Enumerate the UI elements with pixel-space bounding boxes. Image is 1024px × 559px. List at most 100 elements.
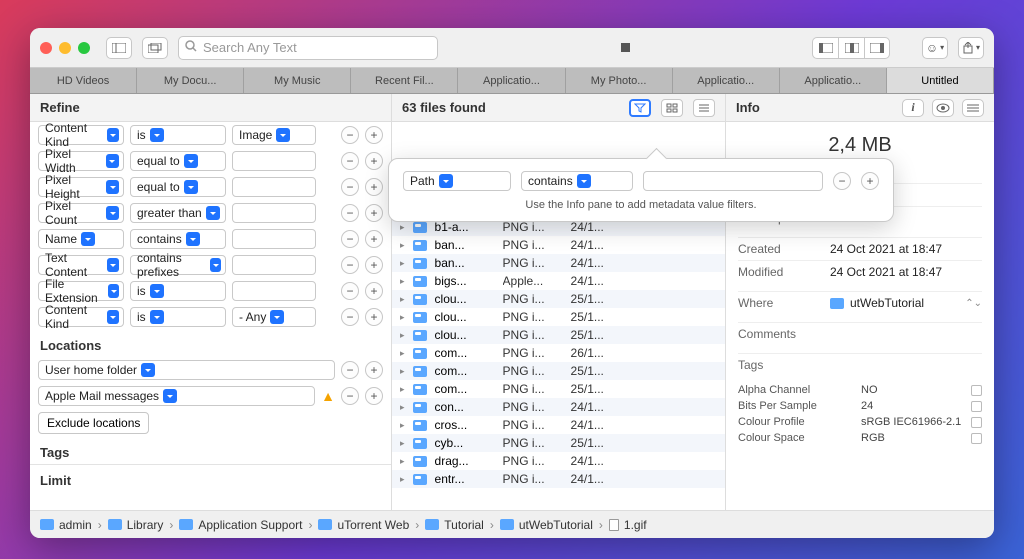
refine-op-select[interactable]: equal to — [130, 151, 226, 171]
file-row[interactable]: ▸com...PNG i...25/1... — [392, 362, 725, 380]
refine-op-select[interactable]: is — [130, 281, 226, 301]
refine-field-select[interactable]: Pixel Height — [38, 177, 124, 197]
add-rule-button[interactable]: + — [365, 204, 383, 222]
prop-checkbox[interactable] — [971, 385, 982, 396]
grid-view-button[interactable] — [661, 99, 683, 117]
breadcrumb-item[interactable]: uTorrent Web — [318, 518, 409, 532]
location-select[interactable]: Apple Mail messages — [38, 386, 315, 406]
remove-rule-button[interactable]: − — [341, 282, 359, 300]
info-tab-button[interactable]: i — [902, 99, 924, 117]
popover-field-select[interactable]: Path — [403, 171, 511, 191]
add-rule-button[interactable]: + — [365, 256, 383, 274]
breadcrumb-item[interactable]: 1.gif — [609, 518, 647, 532]
tab[interactable]: My Docu... — [137, 68, 244, 93]
file-row[interactable]: ▸entr...PNG i...24/1... — [392, 470, 725, 488]
where-value[interactable]: utWebTutorial ⌃⌄ — [830, 296, 982, 310]
file-row[interactable]: ▸cros...PNG i...24/1... — [392, 416, 725, 434]
tab[interactable]: My Photo... — [566, 68, 673, 93]
file-row[interactable]: ▸drag...PNG i...24/1... — [392, 452, 725, 470]
refine-field-select[interactable]: Pixel Width — [38, 151, 124, 171]
remove-location-button[interactable]: − — [341, 387, 359, 405]
stop-button[interactable] — [615, 37, 635, 59]
zoom-window-button[interactable] — [78, 42, 90, 54]
file-row[interactable]: ▸cyb...PNG i...25/1... — [392, 434, 725, 452]
add-rule-button[interactable]: + — [365, 308, 383, 326]
preview-tab-button[interactable] — [932, 99, 954, 117]
file-row[interactable]: ▸clou...PNG i...25/1... — [392, 326, 725, 344]
refine-value-select[interactable]: - Any — [232, 307, 316, 327]
refine-value-input[interactable] — [232, 177, 316, 197]
exclude-locations-button[interactable]: Exclude locations — [38, 412, 149, 434]
file-row[interactable]: ▸com...PNG i...26/1... — [392, 344, 725, 362]
remove-rule-button[interactable]: − — [341, 126, 359, 144]
remove-location-button[interactable]: − — [341, 361, 359, 379]
tab[interactable]: Applicatio... — [458, 68, 565, 93]
refine-field-select[interactable]: Name — [38, 229, 124, 249]
popover-value-input[interactable] — [643, 171, 823, 191]
refine-value-select[interactable]: Image — [232, 125, 316, 145]
add-rule-button[interactable]: + — [365, 178, 383, 196]
layout-left-button[interactable] — [812, 37, 838, 59]
tab[interactable]: HD Videos — [30, 68, 137, 93]
tab[interactable]: Recent Fil... — [351, 68, 458, 93]
refine-op-select[interactable]: equal to — [130, 177, 226, 197]
filter-view-button[interactable] — [629, 99, 651, 117]
tab[interactable]: Untitled — [887, 68, 994, 93]
refine-field-select[interactable]: Content Kind — [38, 125, 124, 145]
breadcrumb-item[interactable]: admin — [40, 518, 92, 532]
popover-remove-button[interactable]: − — [833, 172, 851, 190]
popover-add-button[interactable]: + — [861, 172, 879, 190]
refine-value-input[interactable] — [232, 151, 316, 171]
layout-mid-button[interactable] — [838, 37, 864, 59]
add-location-button[interactable]: + — [365, 387, 383, 405]
refine-op-select[interactable]: is — [130, 307, 226, 327]
file-row[interactable]: ▸clou...PNG i...25/1... — [392, 290, 725, 308]
breadcrumb-item[interactable]: Tutorial — [425, 518, 484, 532]
file-row[interactable]: ▸com...PNG i...25/1... — [392, 380, 725, 398]
location-select[interactable]: User home folder — [38, 360, 335, 380]
close-window-button[interactable] — [40, 42, 52, 54]
remove-rule-button[interactable]: − — [341, 178, 359, 196]
layout-right-button[interactable] — [864, 37, 890, 59]
remove-rule-button[interactable]: − — [341, 308, 359, 326]
minimize-window-button[interactable] — [59, 42, 71, 54]
refine-field-select[interactable]: Pixel Count — [38, 203, 124, 223]
refine-op-select[interactable]: contains — [130, 229, 226, 249]
refine-op-select[interactable]: is — [130, 125, 226, 145]
refine-value-input[interactable] — [232, 281, 316, 301]
share-button[interactable]: ▾ — [958, 37, 984, 59]
list-view-button[interactable] — [693, 99, 715, 117]
search-field[interactable]: Search Any Text — [178, 36, 438, 60]
refine-value-input[interactable] — [232, 229, 316, 249]
popover-op-select[interactable]: contains — [521, 171, 633, 191]
tab[interactable]: Applicatio... — [780, 68, 887, 93]
tab[interactable]: Applicatio... — [673, 68, 780, 93]
refine-field-select[interactable]: Text Content — [38, 255, 124, 275]
refine-value-input[interactable] — [232, 255, 316, 275]
file-row[interactable]: ▸ban...PNG i...24/1... — [392, 254, 725, 272]
outline-tab-button[interactable] — [962, 99, 984, 117]
sidebar-toggle-button[interactable] — [106, 37, 132, 59]
file-row[interactable]: ▸ban...PNG i...24/1... — [392, 236, 725, 254]
refine-field-select[interactable]: Content Kind — [38, 307, 124, 327]
add-rule-button[interactable]: + — [365, 152, 383, 170]
tab[interactable]: My Music — [244, 68, 351, 93]
prop-checkbox[interactable] — [971, 417, 982, 428]
file-row[interactable]: ▸con...PNG i...24/1... — [392, 398, 725, 416]
remove-rule-button[interactable]: − — [341, 152, 359, 170]
add-location-button[interactable]: + — [365, 361, 383, 379]
refine-field-select[interactable]: File Extension — [38, 281, 124, 301]
prop-checkbox[interactable] — [971, 433, 982, 444]
refine-op-select[interactable]: greater than — [130, 203, 226, 223]
breadcrumb-item[interactable]: Application Support — [179, 518, 302, 532]
breadcrumb-item[interactable]: Library — [108, 518, 164, 532]
remove-rule-button[interactable]: − — [341, 256, 359, 274]
new-window-button[interactable] — [142, 37, 168, 59]
view-menu-button[interactable]: ☺▾ — [922, 37, 948, 59]
refine-value-input[interactable] — [232, 203, 316, 223]
file-row[interactable]: ▸bigs...Apple...24/1... — [392, 272, 725, 290]
file-row[interactable]: ▸clou...PNG i...25/1... — [392, 308, 725, 326]
refine-op-select[interactable]: contains prefixes — [130, 255, 226, 275]
add-rule-button[interactable]: + — [365, 230, 383, 248]
remove-rule-button[interactable]: − — [341, 230, 359, 248]
